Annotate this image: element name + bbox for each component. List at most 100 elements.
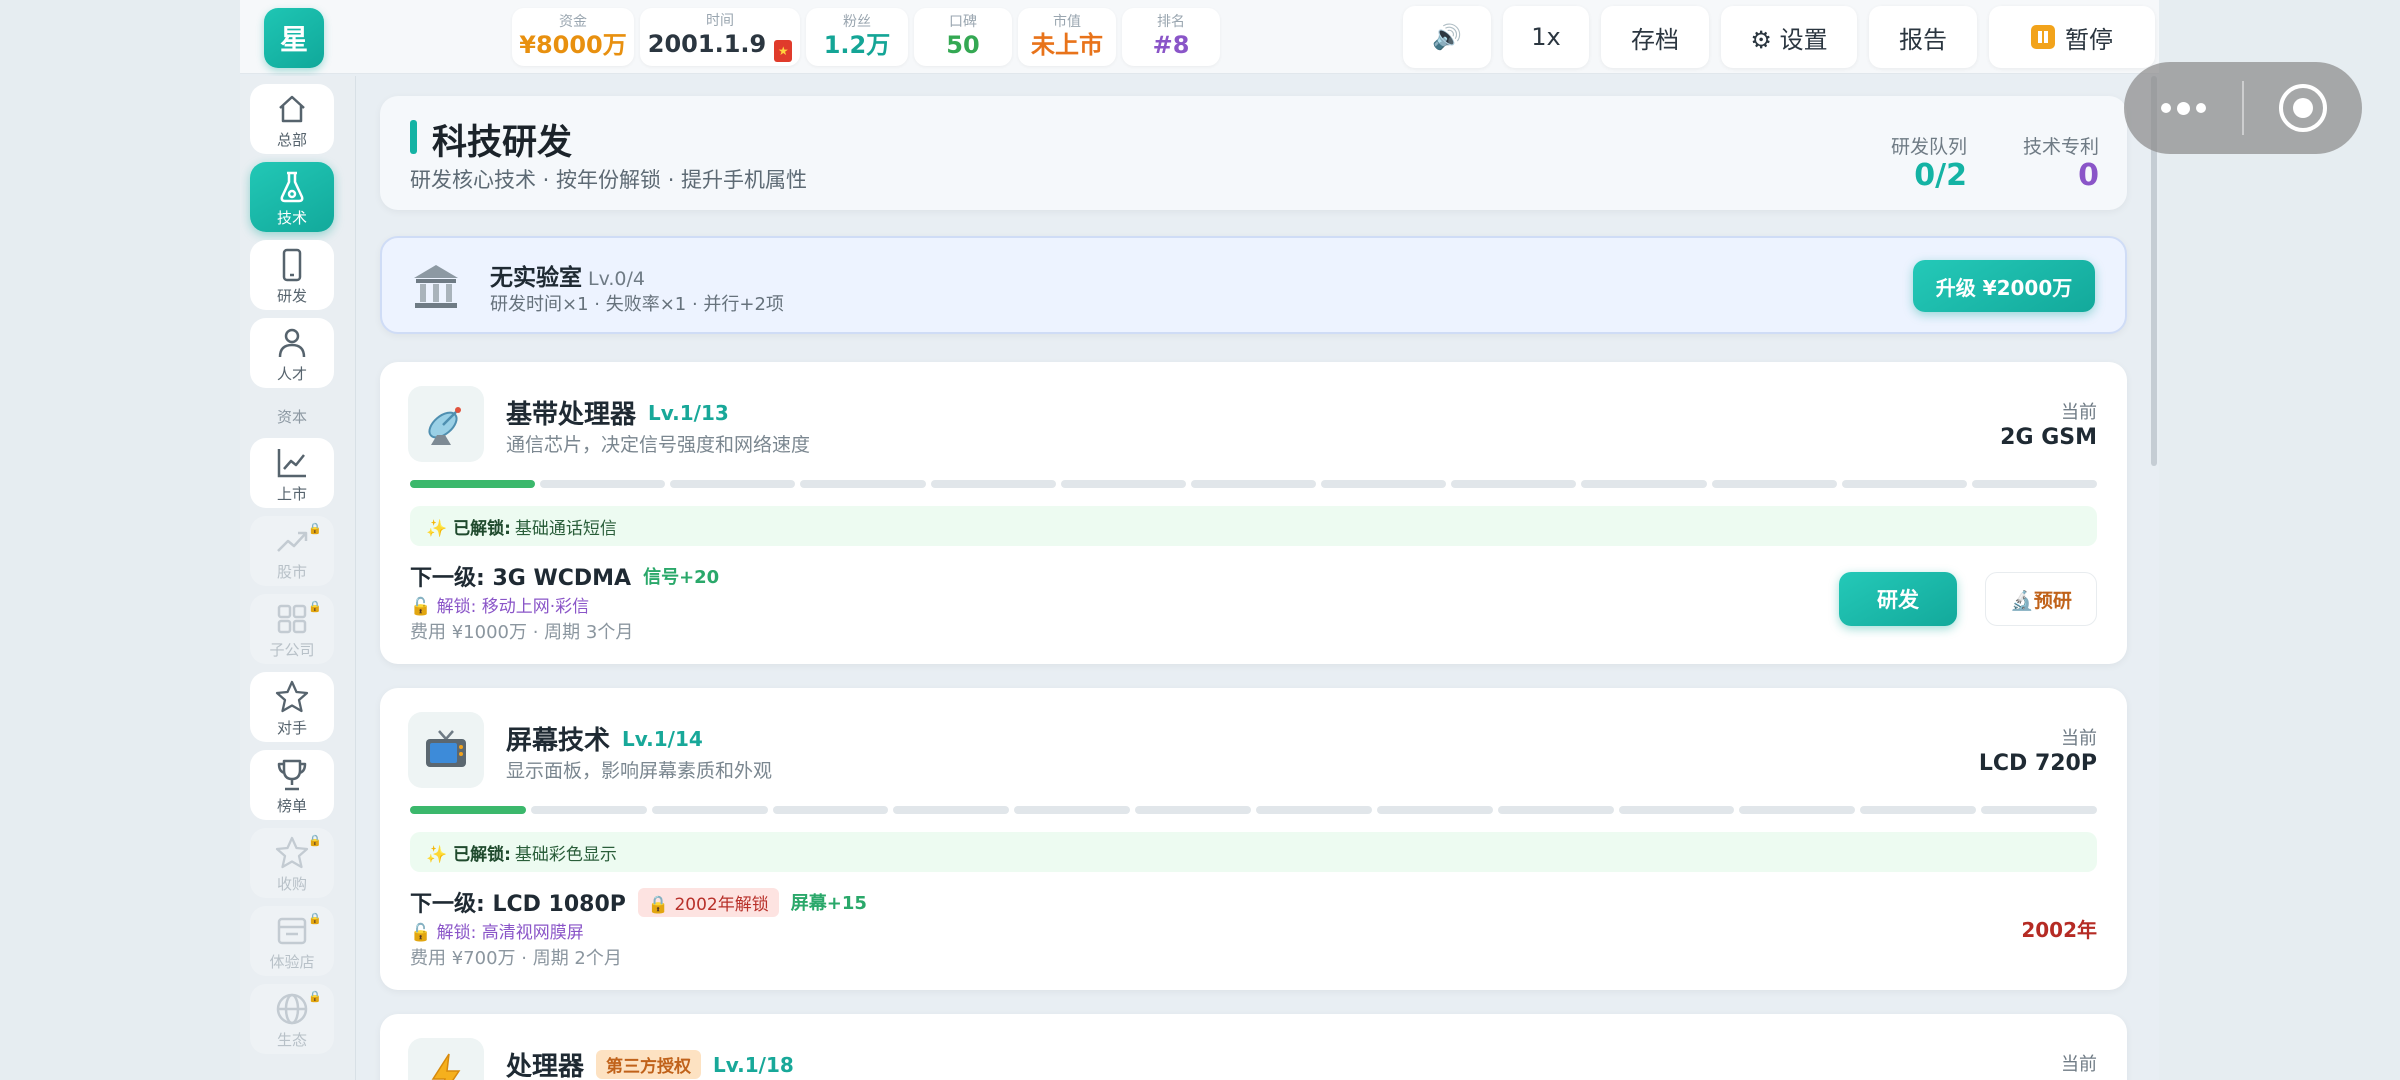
lab-name: 无实验室 [490, 265, 582, 291]
progress-segment [1321, 480, 1447, 488]
sidebar-item-rnd[interactable]: 研发 [250, 240, 334, 310]
stat-label: 时间 [706, 12, 734, 29]
right-gutter [2159, 0, 2400, 1080]
game-logo[interactable]: 星 [264, 8, 324, 68]
progress-segment [1841, 480, 1967, 488]
sidebar-item-acquisition[interactable]: 🔒 收购 [250, 828, 334, 898]
tech-title: 处理器 第三方授权 Lv.1/18 [506, 1046, 794, 1080]
title-accent-bar [410, 120, 417, 154]
progress-segment [1971, 480, 2098, 488]
tech-current: 当前 2G GSM [2000, 398, 2097, 452]
page-title: 科技研发 [432, 123, 573, 163]
sidebar-item-tech[interactable]: 技术 [250, 162, 334, 232]
sidebar-item-store[interactable]: 🔒 体验店 [250, 906, 334, 976]
progress-segment [1376, 806, 1493, 814]
dot [2176, 101, 2190, 115]
tech-level: Lv.1/13 [648, 400, 729, 425]
stat-funds: 资金 ¥8000万 [512, 8, 634, 66]
home-icon [279, 95, 305, 123]
sidebar-item-rankings[interactable]: 榜单 [250, 750, 334, 820]
sidebar-item-label: 子公司 [269, 641, 315, 659]
close-miniprogram-button[interactable] [2244, 81, 2362, 135]
lab-title: 无实验室 Lv.0/4 [490, 258, 645, 292]
star-icon [275, 836, 309, 869]
date-text: 2001.1.9 [647, 29, 767, 58]
tech-card-baseband: 基带处理器 Lv.1/13 通信芯片，决定信号强度和网络速度 当前 2G GSM … [380, 362, 2127, 664]
page-header: 科技研发 研发核心技术 · 按年份解锁 · 提升手机属性 研发队列 0/2 技术… [380, 96, 2127, 210]
tech-card-processor: 处理器 第三方授权 Lv.1/18 当前 [380, 1014, 2127, 1080]
star-icon [275, 680, 309, 713]
trend-icon [277, 531, 308, 552]
sidebar-item-ipo[interactable]: 上市 [250, 438, 334, 508]
progress-segment [1739, 806, 1856, 814]
settings-button[interactable]: ⚙ 设置 [1721, 6, 1857, 68]
stat-date: 时间 2001.1.9 ★ [640, 8, 800, 66]
stat-value: 2001.1.9 ★ [647, 29, 793, 62]
save-button[interactable]: 存档 [1601, 6, 1709, 68]
sidebar-item-stocks[interactable]: 🔒 股市 [250, 516, 334, 586]
stat-market-cap: 市值 未上市 [1018, 8, 1116, 66]
report-button[interactable]: 报告 [1869, 6, 1977, 68]
pause-label: 暂停 [2065, 25, 2113, 54]
research-queue-stat: 研发队列 0/2 [1891, 132, 1967, 193]
satellite-icon [408, 386, 484, 462]
next-unlock-feature: 🔓 解锁: 移动上网·彩信 [410, 597, 590, 617]
stat-label: 排名 [1157, 14, 1185, 30]
pre-research-button[interactable]: 🔬预研 [1985, 572, 2097, 626]
lab-card: 无实验室 Lv.0/4 研发时间×1 · 失败率×1 · 并行+2项 升级 ¥20… [380, 236, 2127, 334]
top-bar: 星 资金 ¥8000万 时间 2001.1.9 ★ 粉丝 1.2万 口碑 50 市… [240, 0, 2159, 74]
stat-value: ¥8000万 [519, 31, 627, 59]
sidebar-item-label: 对手 [276, 719, 307, 737]
lock-icon: 🔒 [308, 522, 322, 535]
progress-segment [1581, 480, 1707, 488]
progress-segment [930, 480, 1056, 488]
phone-icon [282, 248, 302, 282]
miniprogram-capsule [2124, 62, 2362, 154]
pause-button[interactable]: 暂停 [1989, 6, 2155, 68]
tv-icon [408, 712, 484, 788]
top-buttons: 🔊 1x 存档 ⚙ 设置 报告 暂停 [1403, 6, 2155, 68]
tech-name: 处理器 [506, 1052, 585, 1080]
next-bonus: 信号+20 [643, 567, 720, 588]
unlocked-banner: ✨ 已解锁: 基础通话短信 [410, 506, 2097, 546]
sidebar-item-rivals[interactable]: 对手 [250, 672, 334, 742]
queue-value: 0/2 [1914, 158, 1967, 193]
tech-name: 屏幕技术 [506, 726, 611, 756]
research-button[interactable]: 研发 [1839, 572, 1957, 626]
sound-button[interactable]: 🔊 [1403, 6, 1491, 68]
more-menu-button[interactable] [2124, 101, 2242, 115]
stat-value: 50 [946, 31, 980, 59]
sidebar-item-label: 收购 [276, 875, 307, 893]
progress-segment [1711, 480, 1837, 488]
stat-label: 市值 [1053, 14, 1081, 30]
stat-rank: 排名 #8 [1122, 8, 1220, 66]
unlocked-feature: 基础彩色显示 [514, 844, 617, 865]
section-capital-label: 资本 [276, 408, 307, 426]
tech-level: Lv.1/14 [622, 726, 703, 751]
current-label: 当前 [2061, 728, 2097, 749]
sidebar-item-subsidiary[interactable]: 🔒 子公司 [250, 594, 334, 664]
sidebar-item-talent[interactable]: 人才 [250, 318, 334, 388]
lock-icon: 🔒 [308, 600, 322, 613]
unlocked-label: ✨ 已解锁: [426, 518, 511, 539]
store-icon [277, 917, 307, 945]
tech-current: 当前 LCD 720P [1979, 724, 2097, 778]
progress-segment [1981, 806, 2098, 814]
unlocked-label: ✨ 已解锁: [426, 844, 511, 865]
stat-reputation: 口碑 50 [914, 8, 1012, 66]
patent-value: 0 [2078, 158, 2099, 193]
progress-segment [540, 480, 666, 488]
lab-level: Lv.0/4 [588, 268, 645, 290]
sidebar-item-hq[interactable]: 总部 [250, 84, 334, 154]
level-progress [410, 480, 2098, 488]
game-window: 星 资金 ¥8000万 时间 2001.1.9 ★ 粉丝 1.2万 口碑 50 市… [240, 0, 2159, 1080]
sidebar-item-ecosystem[interactable]: 🔒 生态 [250, 984, 334, 1054]
progress-segment [1618, 806, 1735, 814]
target-close-icon [2279, 84, 2327, 132]
upgrade-lab-button[interactable]: 升级 ¥2000万 [1913, 260, 2095, 312]
sidebar-item-label: 技术 [276, 209, 307, 227]
current-label: 当前 [2061, 1054, 2097, 1075]
stat-label: 资金 [559, 14, 587, 30]
speed-button[interactable]: 1x [1503, 6, 1589, 68]
progress-segment [1497, 806, 1614, 814]
